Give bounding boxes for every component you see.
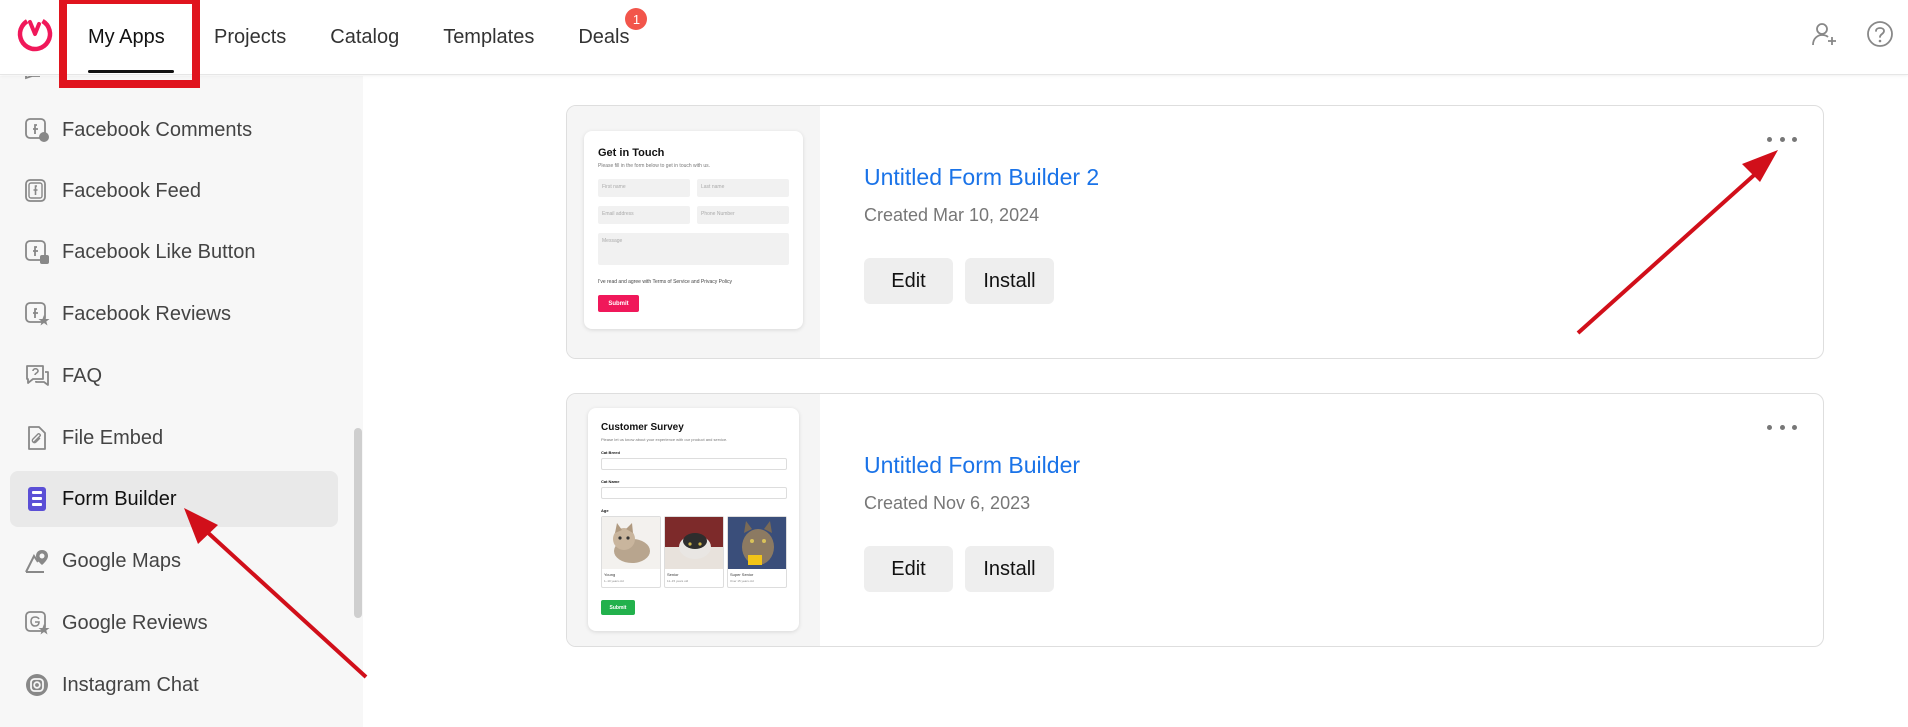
- thumb-agree-text: I've read and agree with Terms of Servic…: [598, 279, 732, 285]
- faq-icon: [26, 365, 49, 386]
- add-user-icon[interactable]: [1810, 20, 1838, 48]
- nav-projects-label: Projects: [214, 26, 287, 48]
- thumb-name-field: [601, 487, 787, 499]
- thumb-option-young-sub: 1–10 years old: [604, 579, 624, 583]
- edit-button[interactable]: Edit: [864, 546, 953, 592]
- thumb-label-name: Cat Name: [601, 479, 620, 484]
- sidebar-item-label: Facebook Like Button: [62, 240, 256, 263]
- sidebar-item-google-reviews[interactable]: Google Reviews: [10, 595, 338, 651]
- facebook-like-icon: [25, 240, 49, 264]
- install-button[interactable]: Install: [965, 546, 1054, 592]
- thumb-option-super-senior-label: Super Senior: [730, 572, 754, 577]
- app-card: Customer Survey Please let us know about…: [566, 393, 1824, 647]
- sidebar-item-form-builder[interactable]: Form Builder: [10, 471, 338, 527]
- app-title-link[interactable]: Untitled Form Builder 2: [864, 164, 1099, 191]
- thumb-option-senior-sub: 11–15 years old: [667, 579, 689, 583]
- thumb-submit-button: Submit: [598, 295, 639, 312]
- thumb-option-senior-label: Senior: [667, 572, 679, 577]
- file-embed-icon: [28, 426, 46, 450]
- thumb-phone-field: Phone Number: [697, 206, 789, 224]
- sidebar-item-label: Form Builder: [62, 487, 177, 510]
- help-icon[interactable]: [1866, 20, 1894, 48]
- nav-catalog[interactable]: Catalog: [308, 0, 421, 75]
- sidebar-item-label: Facebook Feed: [62, 179, 201, 202]
- sidebar-item-label: FAQ: [62, 364, 103, 387]
- sidebar-item-facebook-like-button[interactable]: Facebook Like Button: [10, 224, 338, 280]
- main-nav: My Apps Projects Catalog Templates Deals…: [60, 0, 651, 75]
- nav-deals-label: Deals: [578, 26, 630, 48]
- sidebar-item-label: Google Reviews: [62, 611, 208, 634]
- thumb-option-senior: Senior 11–15 years old: [664, 516, 724, 588]
- thumb-submit-button: Submit: [601, 600, 635, 615]
- super-senior-cat-image: [728, 517, 786, 569]
- thumb-subtitle: Please let us know about your experience…: [601, 437, 728, 442]
- senior-cat-image: [665, 517, 723, 569]
- thumb-first-name-field: First name: [598, 179, 690, 197]
- thumb-last-name-field: Last name: [697, 179, 789, 197]
- nav-my-apps-label: My Apps: [88, 26, 165, 48]
- sidebar-item-facebook-comments[interactable]: Facebook Comments: [10, 102, 338, 158]
- thumb-heading: Customer Survey: [601, 422, 684, 433]
- install-button[interactable]: Install: [965, 258, 1054, 304]
- google-maps-icon: [25, 550, 48, 573]
- app-title-link[interactable]: Untitled Form Builder: [864, 452, 1080, 479]
- sidebar-item-facebook-feed[interactable]: Facebook Feed: [10, 163, 338, 219]
- app-card: Get in Touch Please fill in the form bel…: [566, 105, 1824, 359]
- thumb-label-age: Age: [601, 508, 609, 513]
- thumb-option-young: Young 1–10 years old: [601, 516, 661, 588]
- deals-count-badge: 1: [625, 8, 648, 30]
- partial-item-icon: [25, 76, 40, 80]
- thumb-option-super-senior-sub: Over 15 years old: [730, 579, 754, 583]
- kitten-image: [602, 517, 660, 569]
- facebook-comments-icon: [25, 118, 49, 142]
- thumb-email-field: Email address: [598, 206, 690, 224]
- thumb-breed-field: [601, 458, 787, 470]
- form-preview-thumbnail[interactable]: Get in Touch Please fill in the form bel…: [584, 131, 803, 329]
- sidebar-item-label: File Embed: [62, 426, 164, 449]
- app-created-date: Created Nov 6, 2023: [864, 493, 1031, 513]
- sidebar-item-label: Google Maps: [62, 549, 181, 572]
- sidebar-item-label: Instagram Chat: [62, 673, 199, 696]
- sidebar-item-file-embed[interactable]: File Embed: [10, 410, 338, 466]
- form-builder-icon: [28, 487, 46, 511]
- nav-projects[interactable]: Projects: [202, 0, 308, 75]
- nav-my-apps[interactable]: My Apps: [60, 0, 202, 75]
- nav-catalog-label: Catalog: [330, 26, 400, 48]
- app-thumbnail-area: Customer Survey Please let us know about…: [567, 394, 820, 646]
- thumb-subtitle: Please fill in the form below to get in …: [598, 163, 711, 169]
- sidebar-item-google-maps[interactable]: Google Maps: [10, 533, 338, 589]
- sidebar-item-label: Facebook Comments: [62, 118, 253, 141]
- facebook-feed-icon: [25, 179, 46, 202]
- thumb-heading: Get in Touch: [598, 147, 665, 159]
- facebook-reviews-icon: [25, 302, 50, 326]
- more-options-icon[interactable]: [1767, 132, 1797, 146]
- nav-templates-label: Templates: [443, 26, 535, 48]
- sidebar-scrollbar[interactable]: [354, 428, 362, 618]
- nav-deals[interactable]: Deals 1: [556, 0, 651, 75]
- instagram-chat-icon: [26, 674, 48, 696]
- edit-button[interactable]: Edit: [864, 258, 953, 304]
- thumb-option-young-label: Young: [604, 572, 616, 577]
- sidebar-item-label: Facebook Reviews: [62, 302, 231, 325]
- thumb-message-field: Message: [598, 233, 789, 265]
- brand-logo-icon[interactable]: [14, 12, 56, 54]
- top-nav-bar: My Apps Projects Catalog Templates Deals…: [0, 0, 1908, 75]
- app-created-date: Created Mar 10, 2024: [864, 205, 1040, 225]
- more-options-icon[interactable]: [1767, 420, 1797, 434]
- thumb-label-breed: Cat Breed: [601, 450, 620, 455]
- form-preview-thumbnail[interactable]: Customer Survey Please let us know about…: [588, 408, 799, 631]
- google-reviews-icon: [25, 611, 50, 635]
- sidebar: Facebook Comments Facebook Feed Facebook…: [0, 76, 363, 727]
- sidebar-item-faq[interactable]: FAQ: [10, 348, 338, 404]
- nav-templates[interactable]: Templates: [421, 0, 556, 75]
- sidebar-item-facebook-reviews[interactable]: Facebook Reviews: [10, 286, 338, 342]
- app-thumbnail-area: Get in Touch Please fill in the form bel…: [567, 106, 820, 358]
- sidebar-item-instagram-chat[interactable]: Instagram Chat: [10, 657, 338, 713]
- thumb-option-super-senior: Super Senior Over 15 years old: [727, 516, 787, 588]
